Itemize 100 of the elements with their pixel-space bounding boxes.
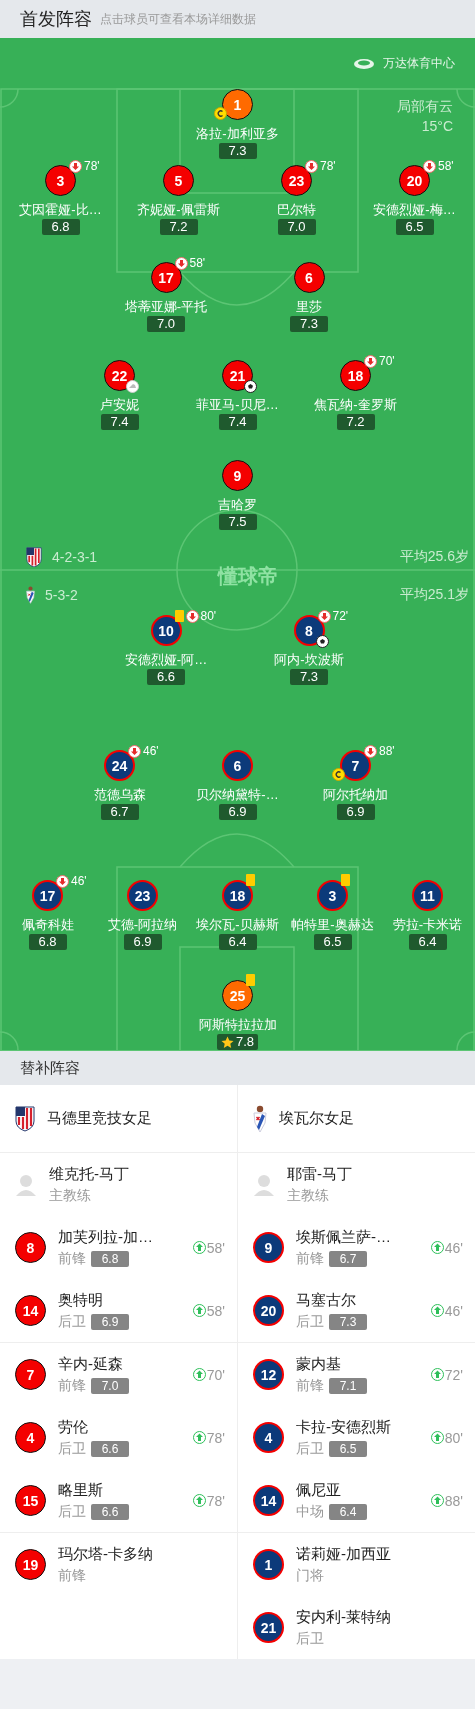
player-position: 前锋 (58, 1376, 86, 1395)
player-position: 后卫 (58, 1439, 86, 1458)
player-name: 埃斯佩兰萨-… (296, 1227, 392, 1247)
player-number-badge[interactable]: 8 (15, 1232, 46, 1263)
player-number-badge[interactable]: 19 (15, 1549, 46, 1580)
coach-role: 主教练 (49, 1186, 92, 1205)
player-rating: 6.9 (336, 804, 375, 820)
player-position: 中场 (296, 1502, 324, 1521)
substitution-in-icon (192, 1368, 206, 1381)
player-number-badge[interactable]: 7 (15, 1359, 46, 1390)
watermark-text: 懂球帝 (217, 563, 278, 589)
substitution-out-icon (364, 354, 377, 368)
player-number-badge[interactable]: 6 (293, 262, 325, 293)
player-rating: 6.5 (395, 219, 434, 235)
substitution-minute: 88' (379, 744, 395, 758)
team-crest-icon (26, 586, 35, 604)
player-name: 吉哈罗 (218, 497, 257, 513)
player-number-badge[interactable]: 6 (222, 750, 253, 781)
player-name: 卢安妮 (100, 397, 139, 413)
team-crest-icon (15, 1105, 35, 1132)
player-number-badge[interactable]: 23 (281, 165, 312, 196)
player-position: 前锋 (58, 1566, 86, 1585)
player-rating: 6.4 (329, 1503, 367, 1520)
player-name: 辛内-延森 (58, 1354, 124, 1374)
substitution-minute: 72' (444, 1366, 463, 1383)
player-name: 菲亚马-贝尼… (196, 397, 279, 413)
substitution-in-icon (192, 1241, 206, 1254)
booking-card-icon (246, 874, 255, 886)
substitution-in-icon (192, 1431, 206, 1444)
player-name: 略里斯 (58, 1480, 104, 1500)
player-number-badge[interactable]: 10 (150, 615, 182, 646)
player-rating: 6.4 (218, 934, 257, 950)
player-number-badge[interactable]: 23 (127, 880, 158, 911)
player-rating: 6.6 (147, 669, 185, 685)
substitution-out-icon (185, 609, 199, 623)
captain-icon (332, 768, 345, 781)
player-number-badge[interactable]: 18 (222, 880, 253, 911)
substitution-minute: 70' (379, 354, 395, 368)
player-position: 前锋 (296, 1249, 324, 1268)
substitution-out-icon (317, 609, 331, 623)
substitution-minute: 58' (438, 159, 454, 173)
player-number-badge[interactable]: 12 (253, 1359, 284, 1390)
player-name: 齐妮娅-佩雷斯 (137, 202, 220, 218)
substitution-out-icon (174, 256, 188, 270)
football-icon (315, 635, 329, 648)
player-name: 劳伦 (58, 1417, 89, 1437)
player-name: 里莎 (296, 299, 322, 315)
section-title: 替补阵容 (20, 1058, 80, 1078)
player-number-badge[interactable]: 9 (253, 1232, 284, 1263)
player-name: 范德乌森 (93, 787, 146, 803)
player-rating: 7.0 (277, 219, 316, 235)
player-number-badge[interactable]: 25 (222, 980, 253, 1011)
team-name: 埃瓦尔女足 (279, 1109, 354, 1128)
substitution-in-icon (430, 1368, 444, 1381)
player-number-badge[interactable]: 3 (45, 165, 76, 196)
substitution-in-icon (192, 1494, 206, 1507)
player-number-badge[interactable]: 5 (163, 165, 194, 196)
substitution-minute: 46' (444, 1239, 463, 1256)
player-rating: 7.4 (100, 414, 139, 430)
player-number-badge[interactable]: 17 (150, 262, 182, 293)
player-number-badge[interactable]: 18 (340, 360, 371, 391)
player-number-badge[interactable]: 1 (253, 1549, 284, 1580)
player-rating: 6.5 (313, 934, 352, 950)
substitution-minute: 72' (332, 609, 349, 623)
avatar-icon (253, 1173, 275, 1196)
player-rating: 7.8 (216, 1034, 259, 1050)
player-number-badge[interactable]: 20 (399, 165, 430, 196)
player-number-badge[interactable]: 1 (222, 89, 253, 120)
substitution-out-icon (69, 159, 82, 173)
player-name: 焦瓦纳-奎罗斯 (314, 397, 397, 413)
player-rating: 6.5 (329, 1440, 367, 1457)
player-number-badge[interactable]: 4 (253, 1422, 284, 1453)
player-number-badge[interactable]: 24 (104, 750, 135, 781)
player-number-badge[interactable]: 3 (317, 880, 348, 911)
formation-label: 5-3-2 (45, 587, 78, 603)
player-number-badge[interactable]: 17 (32, 880, 63, 911)
substitution-minute: 46' (71, 874, 87, 888)
player-number-badge[interactable]: 21 (253, 1612, 284, 1643)
player-rating: 7.0 (91, 1377, 129, 1394)
player-name: 卡拉-安德烈斯 (296, 1417, 392, 1437)
substitution-minute: 80' (444, 1429, 463, 1446)
player-name: 艾因霍娅-比… (19, 202, 102, 218)
player-number-badge[interactable]: 15 (15, 1485, 46, 1516)
player-rating: 7.3 (218, 143, 257, 159)
player-number-badge[interactable]: 14 (253, 1485, 284, 1516)
player-number-badge[interactable]: 9 (222, 460, 253, 491)
team-crest-icon (253, 1104, 267, 1133)
player-rating: 7.1 (329, 1377, 367, 1394)
player-number-badge[interactable]: 14 (15, 1295, 46, 1326)
player-rating: 6.8 (28, 934, 67, 950)
substitution-minute: 58' (206, 1302, 225, 1319)
player-number-badge[interactable]: 11 (412, 880, 443, 911)
booking-card-icon (341, 874, 350, 886)
substitution-in-icon (192, 1304, 206, 1317)
player-rating: 6.8 (91, 1250, 129, 1267)
player-number-badge[interactable]: 4 (15, 1422, 46, 1453)
substitution-minute: 78' (84, 159, 100, 173)
player-rating: 6.9 (91, 1313, 129, 1330)
weather-text: 局部有云 (397, 98, 453, 116)
player-number-badge[interactable]: 20 (253, 1295, 284, 1326)
